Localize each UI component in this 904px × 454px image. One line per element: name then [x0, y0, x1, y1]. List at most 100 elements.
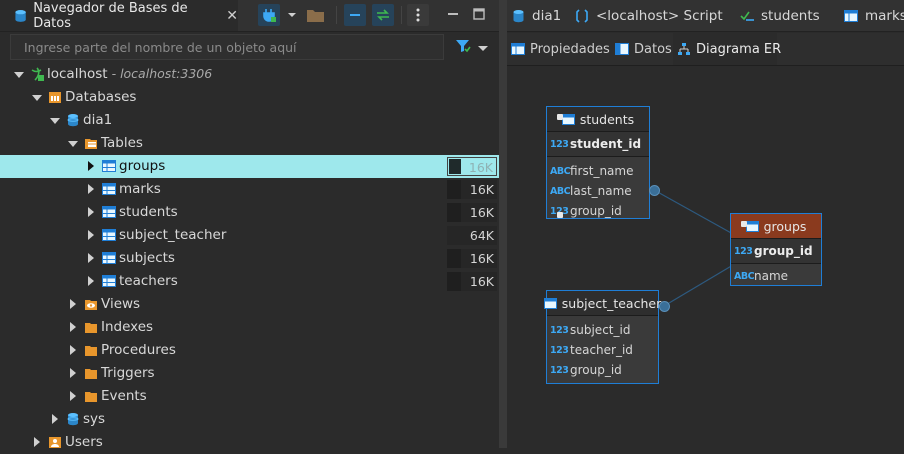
tree-node-table-subject-teacher[interactable]: subject_teacher 64K — [0, 224, 499, 247]
table-size: 64K — [469, 228, 494, 243]
table-icon — [102, 159, 116, 173]
tree-node-dia1[interactable]: dia1 — [0, 109, 499, 132]
tree-node-table-marks[interactable]: marks 16K — [0, 178, 499, 201]
editor-tab-students[interactable]: students — [740, 0, 820, 31]
expand-arrow-icon[interactable] — [32, 93, 42, 103]
entity-column: ABC name — [731, 266, 821, 286]
entity-column-pk: 123 student_id — [547, 114, 641, 154]
er-diagram-canvas[interactable]: students 123 student_id ABC first_name AB… — [507, 66, 904, 448]
database-icon — [66, 412, 80, 426]
expand-arrow-icon[interactable] — [14, 70, 24, 80]
maximize-button[interactable] — [473, 8, 485, 20]
editor-tab-dia1[interactable]: dia1 — [511, 0, 561, 31]
folder-icon — [307, 10, 324, 22]
database-navigator-panel: Navegador de Bases de Datos ✕ Ingrese pa… — [0, 0, 499, 450]
er-entity-groups[interactable]: groups 123 group_id ABC name — [730, 213, 822, 286]
collapse-arrow-icon[interactable] — [68, 345, 78, 355]
tab-label: dia1 — [532, 7, 562, 24]
entity-title: students — [579, 111, 635, 127]
tree-node-indexes[interactable]: Indexes — [0, 316, 499, 339]
tree-node-events[interactable]: Events — [0, 385, 499, 408]
table-size: 16K — [469, 182, 494, 197]
server-icon — [30, 67, 44, 81]
tree-label: sys — [83, 411, 106, 427]
subtab-data[interactable]: Datos — [611, 33, 673, 65]
sql-script-icon — [575, 8, 589, 23]
column-name: teacher_id — [570, 343, 633, 357]
tree-node-table-groups[interactable]: groups 16K — [0, 155, 499, 178]
open-folder-button[interactable] — [306, 7, 328, 25]
toolbar-separator — [336, 6, 337, 24]
panel-splitter[interactable] — [499, 0, 507, 448]
editor-tabbar: dia1 <localhost> Script students marks — [507, 0, 904, 32]
er-entity-subject-teacher[interactable]: subject_teacher 123 subject_id 123 teacher… — [543, 290, 661, 384]
tree-label: Indexes — [101, 319, 154, 335]
folder-icon — [84, 343, 98, 357]
close-icon[interactable]: ✕ — [226, 8, 238, 24]
view-menu-button[interactable] — [407, 4, 429, 26]
tree-node-sys[interactable]: sys — [0, 408, 499, 431]
collapse-arrow-icon[interactable] — [86, 276, 96, 286]
editor-tab-script[interactable]: <localhost> Script — [575, 0, 723, 31]
navigator-tabbar: Navegador de Bases de Datos ✕ — [0, 0, 499, 32]
relationship-connector-dot[interactable] — [649, 185, 660, 196]
tree-node-databases[interactable]: Databases — [0, 86, 499, 109]
link-editor-button[interactable] — [372, 4, 394, 26]
tree-node-connection[interactable]: localhost - localhost:3306 — [0, 63, 499, 86]
new-connection-dropdown[interactable] — [286, 8, 298, 22]
minimize-button[interactable] — [447, 8, 459, 20]
table-name: teachers — [119, 273, 178, 289]
column-name: group_id — [570, 204, 622, 218]
collapse-arrow-icon[interactable] — [50, 414, 60, 424]
collapse-arrow-icon[interactable] — [86, 230, 96, 240]
numeric-type-icon: 123 — [550, 364, 569, 376]
expand-arrow-icon[interactable] — [50, 116, 60, 126]
data-grid-icon — [615, 42, 629, 56]
table-icon — [844, 9, 858, 23]
collapse-arrow-icon[interactable] — [68, 391, 78, 401]
collapse-arrow-icon[interactable] — [86, 253, 96, 263]
entity-column: 123 teacher_id — [547, 340, 658, 360]
editor-tab-marks[interactable]: marks — [844, 0, 904, 31]
tree-node-procedures[interactable]: Procedures — [0, 339, 499, 362]
text-type-icon: ABC — [550, 165, 571, 177]
collapse-arrow-icon[interactable] — [68, 299, 78, 309]
tree-label: Procedures — [101, 342, 176, 358]
tree-node-table-subjects[interactable]: subjects 16K — [0, 247, 499, 270]
er-entity-students[interactable]: students 123 student_id ABC first_name AB… — [546, 106, 650, 219]
tab-label: Diagrama ER — [696, 41, 782, 57]
tree-node-users[interactable]: Users — [0, 431, 499, 454]
table-icon — [102, 228, 116, 242]
collapse-all-button[interactable] — [344, 4, 366, 26]
subtab-properties[interactable]: Propiedades — [507, 33, 611, 65]
collapse-arrow-icon[interactable] — [68, 368, 78, 378]
collapse-arrow-icon[interactable] — [68, 322, 78, 332]
chevron-down-icon — [288, 13, 296, 17]
relationship-connector-dot[interactable] — [659, 301, 670, 312]
text-type-icon: ABC — [734, 270, 755, 282]
entity-pk-section: 123 student_id — [547, 114, 649, 157]
tree-label: Tables — [101, 135, 143, 151]
key-icon — [741, 221, 747, 227]
collapse-arrow-icon[interactable] — [86, 161, 96, 171]
navigator-tab[interactable]: Navegador de Bases de Datos ✕ — [0, 0, 238, 31]
tree-node-triggers[interactable]: Triggers — [0, 362, 499, 385]
column-name: subject_id — [570, 323, 631, 337]
table-data-icon — [740, 9, 754, 23]
filter-dropdown[interactable] — [478, 42, 488, 57]
entity-pk-section: 123 group_id — [731, 221, 821, 264]
navigator-title: Navegador de Bases de Datos — [33, 0, 188, 31]
collapse-arrow-icon[interactable] — [86, 207, 96, 217]
filter-button[interactable] — [455, 38, 471, 54]
tree-node-table-teachers[interactable]: teachers 16K — [0, 270, 499, 293]
tree-label: dia1 — [83, 112, 113, 128]
tree-node-views[interactable]: Views — [0, 293, 499, 316]
tree-node-tables[interactable]: Tables — [0, 132, 499, 155]
new-connection-button[interactable] — [258, 4, 280, 26]
tree-node-table-students[interactable]: students 16K — [0, 201, 499, 224]
object-filter-input[interactable] — [11, 35, 444, 59]
collapse-arrow-icon[interactable] — [86, 184, 96, 194]
collapse-arrow-icon[interactable] — [32, 437, 42, 447]
subtab-er-diagram[interactable]: Diagrama ER — [673, 33, 781, 65]
expand-arrow-icon[interactable] — [68, 139, 78, 149]
